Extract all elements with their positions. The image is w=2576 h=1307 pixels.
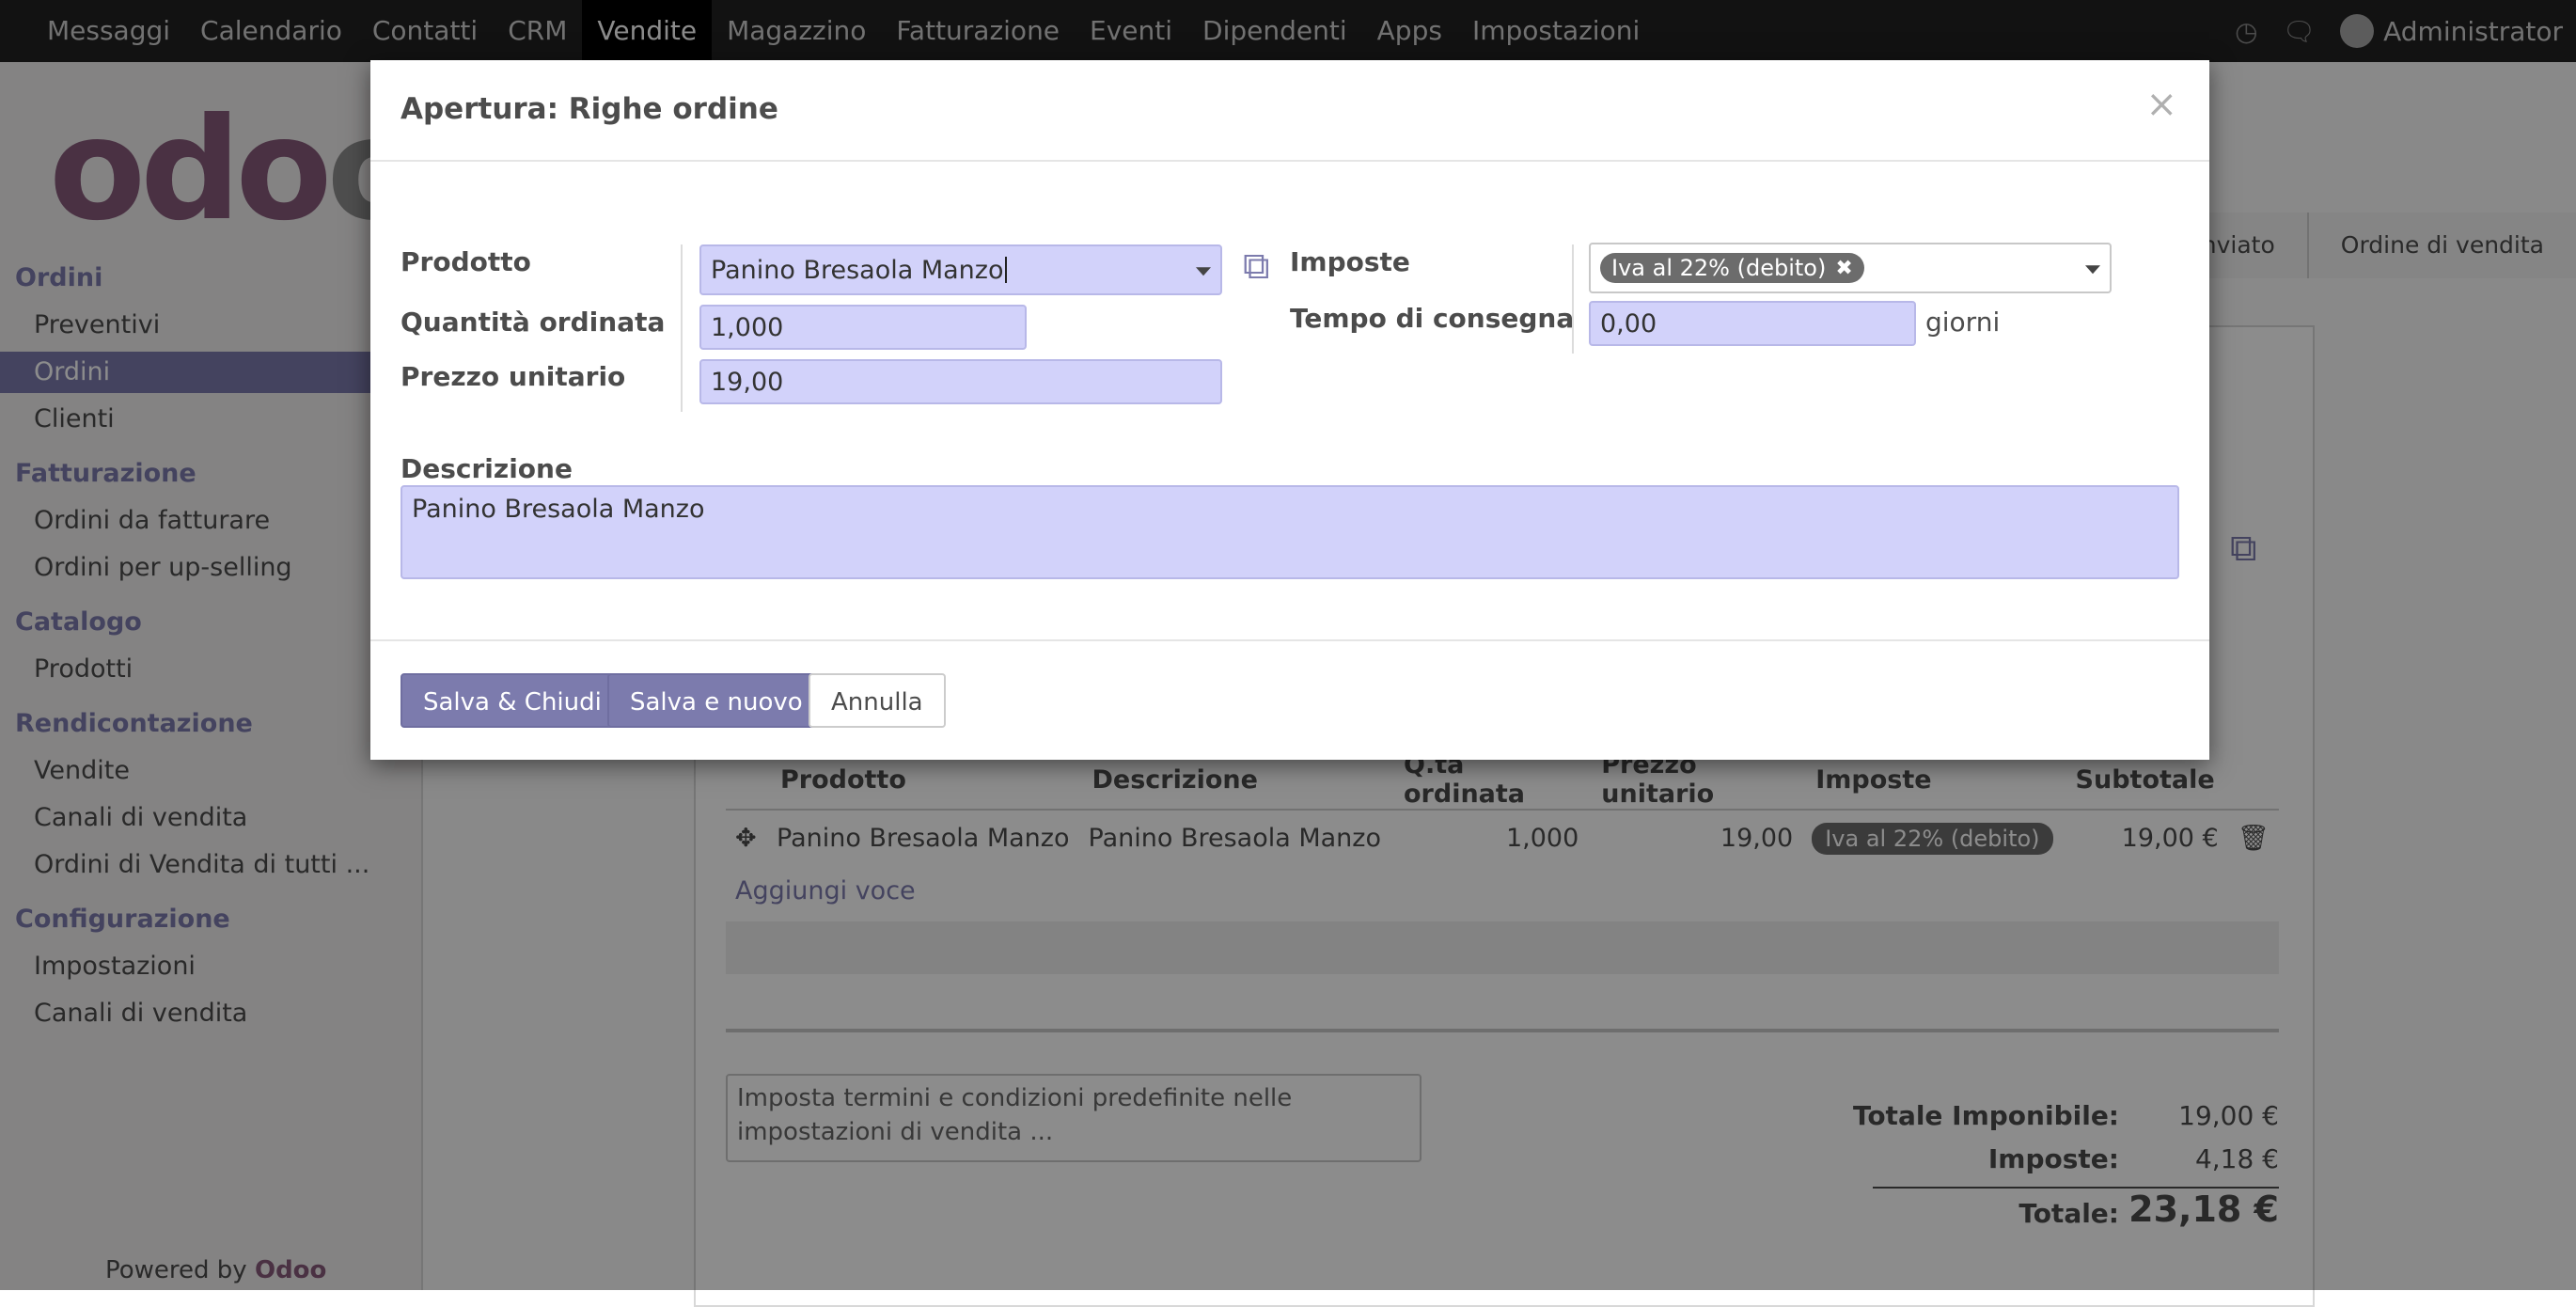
consegna-input[interactable]: 0,00 xyxy=(1589,301,1916,346)
descrizione-textarea[interactable]: Panino Bresaola Manzo xyxy=(401,485,2179,579)
dialog-header: Apertura: Righe ordine × xyxy=(370,60,2209,162)
consegna-value: 0,00 xyxy=(1600,308,1657,339)
dialog-title: Apertura: Righe ordine xyxy=(401,92,778,126)
save-close-button[interactable]: Salva & Chiudi xyxy=(401,673,624,728)
descrizione-label: Descrizione xyxy=(401,453,573,484)
order-line-dialog: Apertura: Righe ordine × Prodotto Quanti… xyxy=(370,60,2209,760)
quantita-input[interactable]: 1,000 xyxy=(699,305,1027,350)
cancel-button[interactable]: Annulla xyxy=(809,673,946,728)
descrizione-value: Panino Bresaola Manzo xyxy=(412,495,705,524)
prodotto-value: Panino Bresaola Manzo xyxy=(711,255,1004,285)
text-cursor xyxy=(1004,257,1007,283)
save-new-button[interactable]: Salva e nuovo xyxy=(607,673,825,728)
prezzo-label: Prezzo unitario xyxy=(401,361,626,392)
tax-tag-label: Iva al 22% (debito) xyxy=(1611,255,1827,281)
consegna-unit: giorni xyxy=(1925,307,2001,338)
consegna-label: Tempo di consegna xyxy=(1290,303,1575,334)
imposte-label: Imposte xyxy=(1290,246,1410,277)
field-separator xyxy=(681,244,683,412)
chevron-down-icon[interactable] xyxy=(1196,267,1211,276)
prezzo-input[interactable]: 19,00 xyxy=(699,359,1222,404)
field-separator-right xyxy=(1572,244,1574,354)
remove-tag-icon[interactable]: ✖ xyxy=(1835,257,1852,280)
chevron-down-icon[interactable] xyxy=(2085,265,2100,275)
tax-tag: Iva al 22% (debito) ✖ xyxy=(1600,253,1864,283)
prezzo-value: 19,00 xyxy=(711,367,784,397)
imposte-tags-input[interactable]: Iva al 22% (debito) ✖ xyxy=(1589,243,2112,293)
prodotto-label: Prodotto xyxy=(401,246,531,277)
external-link-icon[interactable]: ⧉ xyxy=(1243,244,1270,288)
prodotto-select[interactable]: Panino Bresaola Manzo xyxy=(699,244,1222,295)
close-icon[interactable]: × xyxy=(2145,83,2177,126)
quantita-label: Quantità ordinata xyxy=(401,307,666,338)
quantita-value: 1,000 xyxy=(711,312,784,342)
